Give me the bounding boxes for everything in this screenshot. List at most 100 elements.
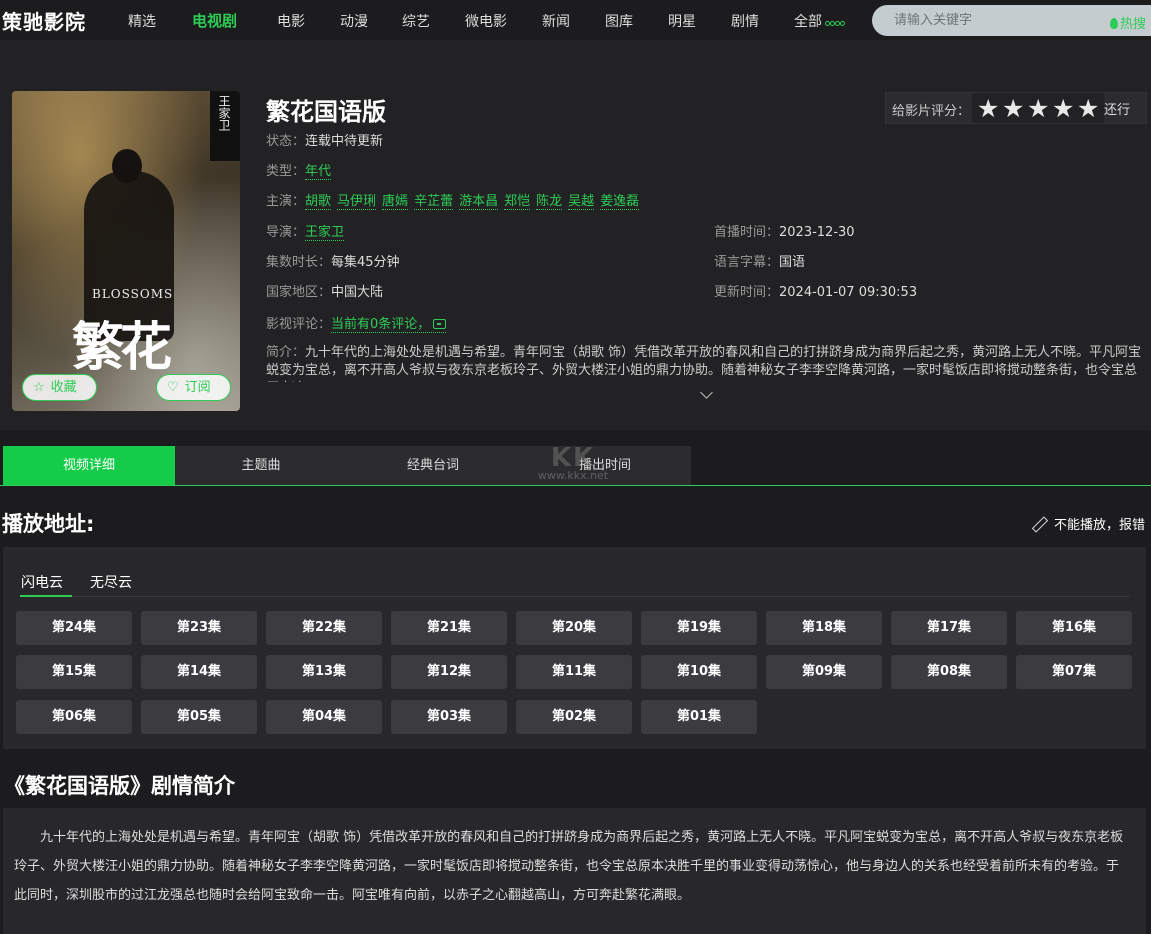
nav-item-movies[interactable]: 电影 — [277, 11, 305, 31]
nav-item-anime[interactable]: 动漫 — [340, 11, 368, 31]
cast-link[interactable]: 辛芷蕾 — [414, 194, 454, 210]
episode-button[interactable]: 第02集 — [516, 700, 632, 734]
rating-widget: 给影片评分： ★ ★ ★ ★ ★ 还行 — [885, 92, 1147, 124]
episode-button[interactable]: 第22集 — [266, 611, 382, 645]
report-label: 不能播放，报错 — [1054, 518, 1146, 533]
region-row: 国家地区：中国大陆 — [266, 281, 383, 300]
report-link[interactable]: 不能播放，报错 — [1032, 514, 1145, 533]
cast-link[interactable]: 姜逸磊 — [600, 194, 640, 210]
star-icon[interactable]: ★ — [977, 96, 999, 121]
source-tabs-divider — [20, 596, 1130, 597]
cast-link[interactable]: 马伊琍 — [337, 194, 377, 210]
nav-item-plot[interactable]: 剧情 — [731, 11, 759, 31]
episode-button[interactable]: 第14集 — [141, 655, 257, 689]
cast-link[interactable]: 陈龙 — [536, 194, 563, 210]
hot-search-link[interactable]: 热搜 — [1110, 13, 1146, 32]
episode-button[interactable]: 第21集 — [391, 611, 507, 645]
nav-item-variety[interactable]: 综艺 — [402, 11, 430, 31]
nav-item-all[interactable]: 全部 — [794, 11, 845, 31]
language-label: 语言字幕： — [714, 255, 780, 270]
poster-title-cn: 繁花 — [72, 317, 172, 378]
tab-theme-song[interactable]: 主题曲 — [175, 446, 347, 485]
plot-section-title: 《繁花国语版》剧情简介 — [4, 774, 235, 798]
duration-row: 集数时长：每集45分钟 — [266, 251, 400, 270]
star-icon[interactable]: ★ — [1077, 96, 1099, 121]
watermark: KK www.kkx.net — [518, 443, 628, 498]
pen-icon — [1032, 517, 1046, 531]
subscribe-label: 订阅 — [184, 380, 211, 395]
page-title: 繁花国语版 — [266, 98, 386, 126]
episode-button[interactable]: 第16集 — [1016, 611, 1132, 645]
tab-classic-lines[interactable]: 经典台词 — [347, 446, 519, 485]
duration-value: 每集45分钟 — [331, 255, 400, 270]
source-tab-wujin[interactable]: 无尽云 — [90, 572, 132, 592]
subscribe-button[interactable]: ♡ 订阅 — [156, 374, 231, 401]
summary-text: 九十年代的上海处处是机遇与希望。青年阿宝（胡歌 饰）凭借改革开放的春风和自己的打… — [266, 345, 1142, 382]
star-icon[interactable]: ★ — [1027, 96, 1049, 121]
nav-item-featured[interactable]: 精选 — [128, 11, 156, 31]
type-link[interactable]: 年代 — [305, 164, 332, 180]
site-logo[interactable]: 策驰影院 — [2, 6, 86, 35]
cast-link[interactable]: 胡歌 — [305, 194, 332, 210]
episode-button[interactable]: 第03集 — [391, 700, 507, 734]
cast-row: 主演：胡歌 马伊琍 唐嫣 辛芷蕾 游本昌 郑恺 陈龙 吴越 姜逸磊 — [266, 190, 640, 210]
hot-search-label: 热搜 — [1120, 17, 1147, 32]
cast-link[interactable]: 唐嫣 — [382, 194, 409, 210]
premiere-value: 2023-12-30 — [779, 225, 855, 240]
episode-button[interactable]: 第17集 — [891, 611, 1007, 645]
nav-item-stars[interactable]: 明星 — [668, 11, 696, 31]
cast-link[interactable]: 游本昌 — [459, 194, 499, 210]
episode-button[interactable]: 第13集 — [266, 655, 382, 689]
star-icon[interactable]: ★ — [1002, 96, 1024, 121]
episode-button[interactable]: 第05集 — [141, 700, 257, 734]
episode-button[interactable]: 第09集 — [766, 655, 882, 689]
search-bar: 热搜 — [872, 5, 1151, 36]
episode-button[interactable]: 第11集 — [516, 655, 632, 689]
language-value: 国语 — [779, 255, 806, 270]
plot-text: 九十年代的上海处处是机遇与希望。青年阿宝（胡歌 饰）凭借改革开放的春风和自己的打… — [14, 830, 1124, 903]
episode-button[interactable]: 第19集 — [641, 611, 757, 645]
nav-item-tv[interactable]: 电视剧 — [192, 10, 237, 31]
nav-item-gallery[interactable]: 图库 — [605, 11, 633, 31]
nav-item-micro-film[interactable]: 微电影 — [465, 11, 507, 31]
star-icon[interactable]: ★ — [1052, 96, 1074, 121]
episode-button[interactable]: 第10集 — [641, 655, 757, 689]
favorite-button[interactable]: ☆ 收藏 — [22, 374, 97, 401]
status-value: 连载中待更新 — [305, 134, 384, 149]
cast-link[interactable]: 郑恺 — [504, 194, 531, 210]
poster-banner: 王家卫 — [210, 91, 240, 161]
episode-button[interactable]: 第08集 — [891, 655, 1007, 689]
episode-button[interactable]: 第04集 — [266, 700, 382, 734]
language-row: 语言字幕：国语 — [714, 251, 805, 270]
summary-label: 简介： — [266, 345, 306, 360]
status-label: 状态： — [266, 134, 306, 149]
director-label: 导演： — [266, 225, 306, 240]
episode-button[interactable]: 第01集 — [641, 700, 757, 734]
cast-label: 主演： — [266, 194, 306, 209]
episode-button[interactable]: 第06集 — [16, 700, 132, 734]
tab-video-detail[interactable]: 视频详细 — [3, 446, 175, 485]
favorite-label: 收藏 — [50, 380, 77, 395]
episode-button[interactable]: 第20集 — [516, 611, 632, 645]
poster-image[interactable]: 王家卫 BLOSSOMS 繁花 — [12, 91, 240, 411]
director-link[interactable]: 王家卫 — [305, 225, 345, 241]
episode-button[interactable]: 第18集 — [766, 611, 882, 645]
region-label: 国家地区： — [266, 285, 332, 300]
comment-link[interactable]: 当前有0条评论， — [331, 317, 447, 333]
summary-short: 简介：九十年代的上海处处是机遇与希望。青年阿宝（胡歌 饰）凭借改革开放的春风和自… — [266, 344, 1144, 382]
episode-button[interactable]: 第23集 — [141, 611, 257, 645]
cast-link[interactable]: 吴越 — [568, 194, 595, 210]
episode-button[interactable]: 第15集 — [16, 655, 132, 689]
duration-label: 集数时长： — [266, 255, 332, 270]
episode-button[interactable]: 第12集 — [391, 655, 507, 689]
episode-button[interactable]: 第24集 — [16, 611, 132, 645]
rating-text: 还行 — [1104, 103, 1131, 118]
updated-value: 2024-01-07 09:30:53 — [779, 285, 918, 300]
nav-item-news[interactable]: 新闻 — [542, 11, 570, 31]
episode-button[interactable]: 第07集 — [1016, 655, 1132, 689]
type-label: 类型： — [266, 164, 306, 179]
updated-label: 更新时间： — [714, 285, 780, 300]
search-input[interactable] — [894, 12, 1094, 29]
updated-row: 更新时间：2024-01-07 09:30:53 — [714, 281, 917, 300]
source-tab-shandian[interactable]: 闪电云 — [21, 572, 63, 592]
